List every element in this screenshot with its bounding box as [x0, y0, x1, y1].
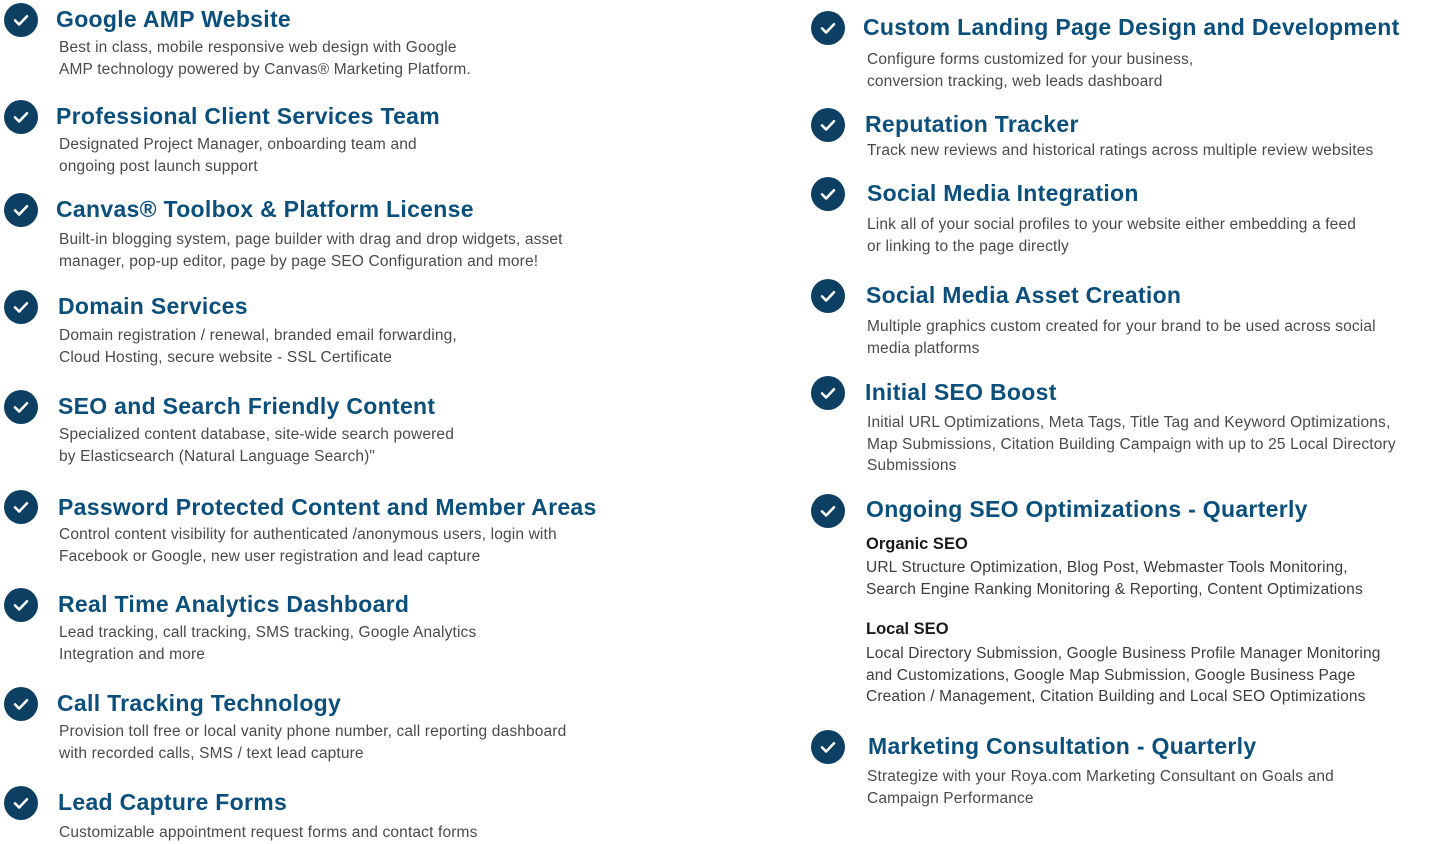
feature-title: Ongoing SEO Optimizations - Quarterly [866, 496, 1308, 522]
local-seo-title: Local SEO [866, 620, 949, 638]
feature-title: Custom Landing Page Design and Developme… [863, 14, 1400, 40]
organic-seo-line: Search Engine Ranking Monitoring & Repor… [866, 580, 1363, 598]
checkmark-circle-icon [4, 588, 38, 622]
feature-description-line: Track new reviews and historical ratings… [867, 142, 1374, 159]
feature-description-line: with recorded calls, SMS / text lead cap… [59, 744, 364, 762]
checkmark-circle-icon [811, 494, 845, 528]
feature-description-line: Provision toll free or local vanity phon… [59, 723, 567, 740]
feature-description-line: by Elasticsearch (Natural Language Searc… [59, 447, 376, 465]
checkmark-circle-icon [811, 376, 845, 410]
organic-seo-title: Organic SEO [866, 535, 968, 553]
local-seo-line: Local Directory Submission, Google Busin… [866, 645, 1381, 662]
feature-description-line: or linking to the page directly [867, 237, 1069, 255]
checkmark-circle-icon [811, 11, 845, 45]
feature-title: Canvas® Toolbox & Platform License [56, 196, 474, 222]
checkmark-circle-icon [811, 177, 845, 211]
checkmark-circle-icon [4, 290, 38, 324]
feature-description-line: Facebook or Google, new user registratio… [59, 547, 481, 565]
local-seo-line: Creation / Management, Citation Building… [866, 688, 1366, 705]
feature-description: Link all of your social profiles to your… [867, 214, 1356, 257]
checkmark-circle-icon [811, 108, 845, 142]
feature-title: SEO and Search Friendly Content [58, 393, 436, 419]
feature-description-line: Strategize with your Roya.com Marketing … [867, 768, 1334, 785]
feature-description: Lead tracking, call tracking, SMS tracki… [59, 622, 476, 665]
feature-title: Password Protected Content and Member Ar… [58, 494, 597, 520]
checkmark-circle-icon [4, 490, 38, 524]
checkmark-circle-icon [4, 3, 38, 37]
feature-description: Built-in blogging system, page builder w… [59, 229, 563, 272]
feature-description-line: conversion tracking, web leads dashboard [867, 72, 1163, 90]
feature-description-line: ongoing post launch support [59, 157, 258, 175]
feature-description: Customizable appointment request forms a… [59, 822, 477, 844]
feature-description: Best in class, mobile responsive web des… [59, 37, 471, 80]
local-seo-line: and Customizations, Google Map Submissio… [866, 666, 1356, 684]
feature-description-line: Initial URL Optimizations, Meta Tags, Ti… [867, 414, 1391, 431]
feature-description-line: AMP technology powered by Canvas® Market… [59, 60, 471, 78]
feature-description-line: Multiple graphics custom created for you… [867, 318, 1376, 335]
checkmark-circle-icon [4, 193, 38, 227]
feature-description-line: Campaign Performance [867, 789, 1034, 807]
feature-description-line: Integration and more [59, 645, 206, 663]
feature-description: Domain registration / renewal, branded e… [59, 325, 457, 368]
checkmark-circle-icon [4, 687, 38, 721]
feature-description: Strategize with your Roya.com Marketing … [867, 766, 1334, 809]
feature-title: Call Tracking Technology [57, 690, 342, 716]
organic-seo-line: URL Structure Optimization, Blog Post, W… [866, 559, 1348, 576]
feature-description-line: Built-in blogging system, page builder w… [59, 231, 563, 248]
feature-description: Configure forms customized for your busi… [867, 49, 1193, 92]
feature-title: Social Media Integration [867, 180, 1139, 206]
feature-description-line: Cloud Hosting, secure website - SSL Cert… [59, 348, 392, 366]
feature-title: Professional Client Services Team [56, 103, 441, 129]
feature-description-line: Lead tracking, call tracking, SMS tracki… [59, 624, 477, 641]
feature-title: Google AMP Website [56, 6, 292, 32]
feature-description: Control content visibility for authentic… [59, 524, 557, 567]
feature-description-line: Domain registration / renewal, branded e… [59, 327, 457, 344]
feature-description: Designated Project Manager, onboarding t… [59, 134, 417, 177]
feature-title: Social Media Asset Creation [866, 282, 1182, 308]
feature-description: Provision toll free or local vanity phon… [59, 721, 566, 764]
feature-title: Real Time Analytics Dashboard [58, 591, 410, 617]
feature-description-line: Designated Project Manager, onboarding t… [59, 136, 417, 153]
feature-title: Domain Services [58, 293, 248, 319]
feature-description-line: Submissions [867, 457, 957, 474]
feature-description: Multiple graphics custom created for you… [867, 316, 1376, 359]
feature-title: Reputation Tracker [865, 111, 1079, 137]
feature-description-line: Map Submissions, Citation Building Campa… [867, 435, 1396, 453]
feature-description-line: manager, pop-up editor, page by page SEO… [59, 252, 539, 270]
organic-seo-description: URL Structure Optimization, Blog Post, W… [866, 557, 1363, 600]
feature-description-line: Configure forms customized for your busi… [867, 51, 1194, 68]
checkmark-circle-icon [4, 390, 38, 424]
feature-description-line: Control content visibility for authentic… [59, 526, 557, 543]
local-seo-description: Local Directory Submission, Google Busin… [866, 643, 1380, 708]
checkmark-circle-icon [811, 279, 845, 313]
feature-description-line: Link all of your social profiles to your… [867, 216, 1356, 233]
feature-description-line: Best in class, mobile responsive web des… [59, 39, 457, 56]
feature-description-line: media platforms [867, 339, 980, 357]
feature-description: Specialized content database, site-wide … [59, 424, 454, 467]
feature-title: Lead Capture Forms [58, 789, 288, 815]
feature-description: Initial URL Optimizations, Meta Tags, Ti… [867, 412, 1396, 477]
feature-description: Track new reviews and historical ratings… [867, 140, 1373, 162]
feature-description-line: Customizable appointment request forms a… [59, 824, 478, 841]
checkmark-circle-icon [4, 786, 38, 820]
feature-title: Initial SEO Boost [865, 379, 1057, 405]
checkmark-circle-icon [811, 730, 845, 764]
feature-description-line: Specialized content database, site-wide … [59, 426, 454, 443]
feature-title: Marketing Consultation - Quarterly [868, 733, 1257, 759]
checkmark-circle-icon [4, 100, 38, 134]
